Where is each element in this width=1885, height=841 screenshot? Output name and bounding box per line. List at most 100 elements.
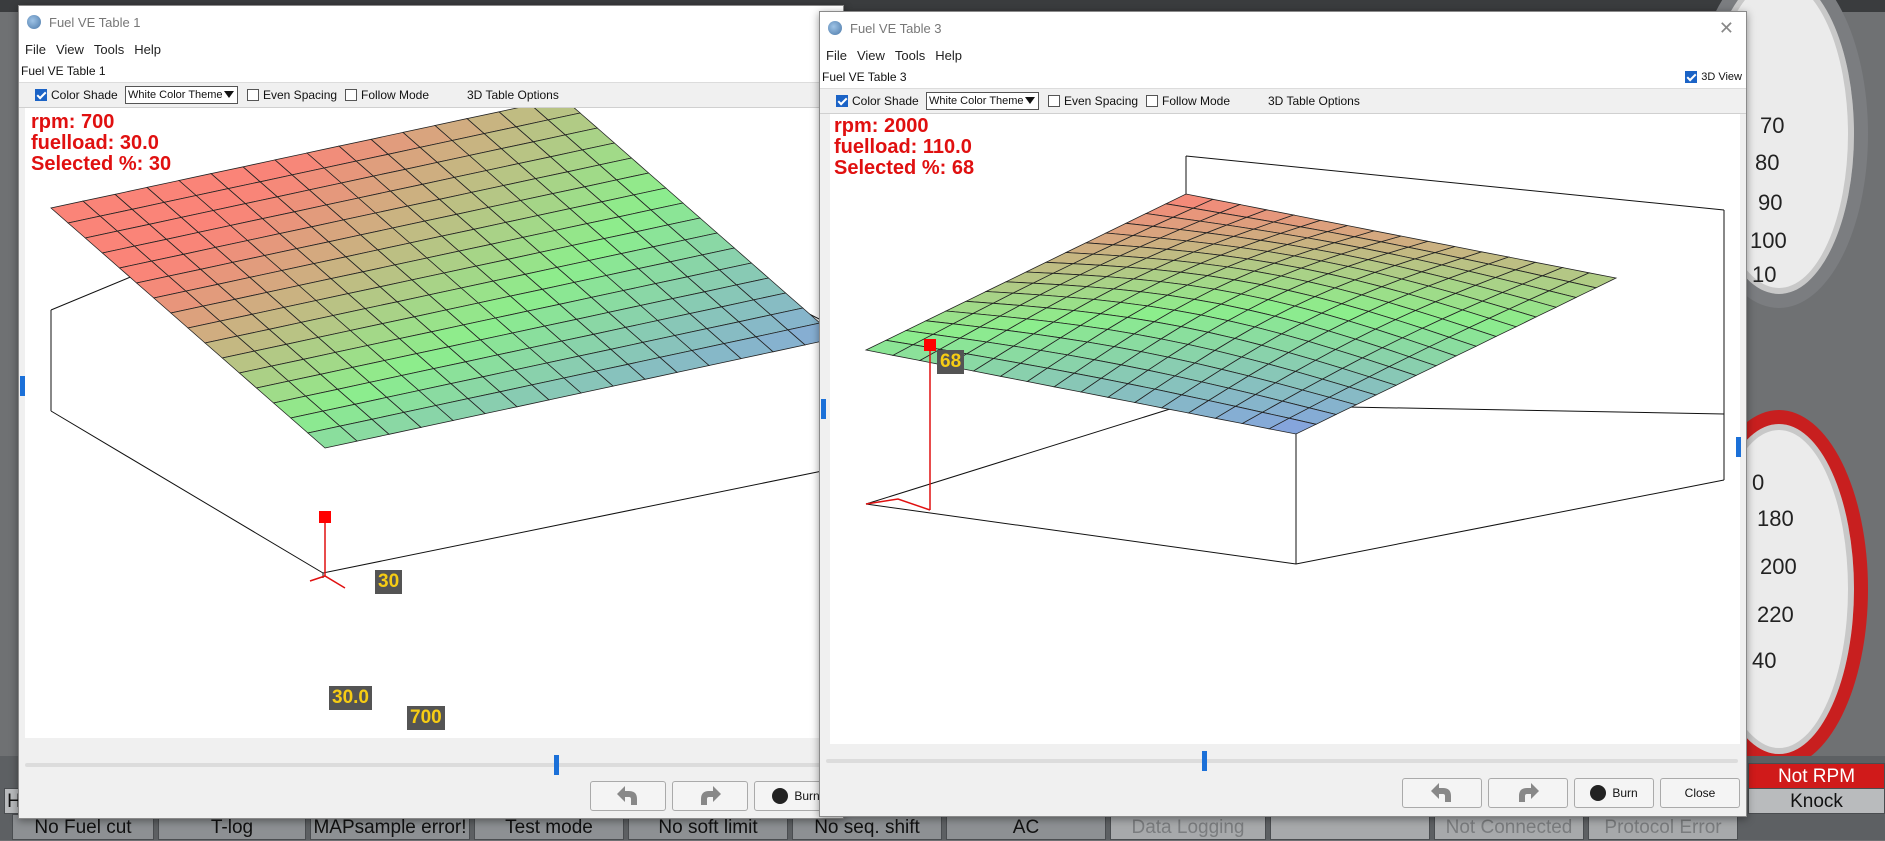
color-shade-label: Color Shade: [51, 88, 118, 102]
chevron-down-icon: [1024, 97, 1035, 104]
gauge-top-label-5: 10: [1752, 262, 1777, 287]
horizontal-rotate-slider[interactable]: [25, 763, 837, 767]
follow-mode-option[interactable]: Follow Mode: [1146, 94, 1230, 108]
menu-tools[interactable]: Tools: [94, 42, 124, 57]
even-spacing-label: Even Spacing: [1064, 94, 1139, 108]
even-spacing-checkbox[interactable]: [247, 89, 259, 101]
menu-view[interactable]: View: [56, 42, 84, 57]
menu-tools[interactable]: Tools: [895, 48, 925, 63]
follow-mode-checkbox[interactable]: [345, 89, 357, 101]
color-shade-option[interactable]: Color Shade: [836, 94, 919, 108]
view-3d-label: 3D View: [1701, 71, 1742, 83]
table-subtitle: Fuel VE Table 1: [19, 60, 843, 83]
even-spacing-checkbox[interactable]: [1048, 95, 1060, 107]
horizontal-rotate-thumb[interactable]: [554, 755, 559, 775]
app-icon: [27, 15, 41, 29]
selected-point: [319, 511, 331, 523]
title-bar[interactable]: Fuel VE Table 1: [19, 6, 843, 38]
even-spacing-option[interactable]: Even Spacing: [1048, 94, 1138, 108]
burn-icon: [772, 788, 789, 804]
box-floor-front: [865, 479, 1725, 565]
theme-select[interactable]: White Color Theme: [125, 86, 238, 104]
surface-3d-plot[interactable]: [25, 108, 837, 738]
table-subtitle-text: Fuel VE Table 3: [822, 70, 907, 84]
color-shade-option[interactable]: Color Shade: [35, 88, 118, 102]
gauge-bottom-label-1: 0: [1752, 470, 1765, 495]
theme-select-value: White Color Theme: [929, 95, 1024, 107]
floor-marker: [309, 575, 346, 589]
gauge-bottom-label-2: 180: [1757, 506, 1794, 531]
burn-icon: [1590, 785, 1607, 801]
menu-bar: File View Tools Help: [19, 38, 843, 60]
status-rpm-sync: Not RPM synced: [1748, 763, 1885, 813]
close-button[interactable]: Close: [1660, 778, 1740, 808]
window-title: Fuel VE Table 1: [49, 14, 141, 30]
cursor-info: rpm: 2000 fuelload: 110.0 Selected %: 68: [834, 116, 974, 179]
burn-label: Burn: [794, 789, 820, 803]
rpm-readout: rpm: 700: [31, 111, 115, 133]
close-icon[interactable]: ✕: [1719, 18, 1734, 39]
gauge-top-label-3: 90: [1758, 190, 1783, 215]
selected-point: [924, 339, 936, 351]
redo-button[interactable]: [1488, 778, 1568, 808]
menu-file[interactable]: File: [25, 42, 46, 57]
color-shade-checkbox[interactable]: [836, 95, 848, 107]
redo-button[interactable]: [672, 781, 748, 811]
burn-button[interactable]: Burn: [1574, 778, 1654, 808]
table-3d-canvas[interactable]: rpm: 700 fuelload: 30.0 Selected %: 30 3…: [25, 108, 837, 738]
color-shade-label: Color Shade: [852, 94, 919, 108]
status-ac: AC: [946, 814, 1106, 840]
status-knock: Knock: [1748, 788, 1885, 814]
rpm-readout: rpm: 2000: [834, 115, 929, 137]
options-toolbar: Color Shade White Color Theme Even Spaci…: [820, 89, 1746, 114]
menu-view[interactable]: View: [857, 48, 885, 63]
window-title: Fuel VE Table 3: [850, 20, 942, 36]
selected-value-tag: 30: [375, 570, 403, 594]
horizontal-rotate-thumb[interactable]: [1202, 751, 1207, 771]
table-3d-canvas[interactable]: rpm: 2000 fuelload: 110.0 Selected %: 68…: [830, 114, 1740, 744]
vertical-rotate-handle[interactable]: [20, 376, 25, 396]
view-3d-checkbox[interactable]: [1685, 71, 1698, 84]
table-options-label[interactable]: 3D Table Options: [467, 88, 559, 102]
follow-mode-checkbox[interactable]: [1146, 95, 1158, 107]
gauge-bottom-label-4: 220: [1757, 602, 1794, 627]
gauge-bottom-label-5: 40: [1752, 648, 1777, 673]
status-protocol-error: Protocol Error: [1588, 814, 1738, 840]
color-shade-checkbox[interactable]: [35, 89, 47, 101]
vertical-rotate-handle[interactable]: [821, 399, 826, 419]
menu-help[interactable]: Help: [134, 42, 161, 57]
view-3d-option[interactable]: 3D View: [1685, 66, 1742, 88]
undo-button[interactable]: [590, 781, 666, 811]
load-axis-tag: 30.0: [329, 686, 372, 710]
chevron-down-icon: [223, 91, 234, 98]
status-empty: [1270, 814, 1430, 840]
options-toolbar: Color Shade White Color Theme Even Spaci…: [19, 83, 843, 108]
follow-mode-option[interactable]: Follow Mode: [345, 88, 429, 102]
table-options-label[interactable]: 3D Table Options: [1268, 94, 1360, 108]
surface-3d-plot[interactable]: [830, 114, 1740, 744]
menu-file[interactable]: File: [826, 48, 847, 63]
fuelload-readout: fuelload: 110.0: [834, 136, 972, 158]
box-back-top: [1185, 155, 1725, 211]
selected-value-tag: 68: [937, 350, 965, 374]
title-bar[interactable]: Fuel VE Table 3 ✕: [820, 12, 1746, 44]
even-spacing-option[interactable]: Even Spacing: [247, 88, 337, 102]
vertical-rotate-handle-right[interactable]: [1736, 437, 1741, 457]
redo-icon: [1519, 783, 1539, 802]
fuelload-readout: fuelload: 30.0: [31, 132, 159, 154]
even-spacing-label: Even Spacing: [263, 88, 338, 102]
box-floor-edge: [50, 410, 837, 574]
horizontal-rotate-slider[interactable]: [826, 759, 1738, 763]
theme-select-value: White Color Theme: [128, 89, 223, 101]
app-icon: [828, 21, 842, 35]
follow-mode-label: Follow Mode: [361, 88, 430, 102]
burn-label: Burn: [1612, 786, 1638, 800]
fuel-ve-table-1-window: Fuel VE Table 1 File View Tools Help Fue…: [18, 5, 844, 819]
selected-readout: Selected %: 68: [834, 157, 975, 179]
redo-icon: [701, 786, 721, 805]
cursor-info: rpm: 700 fuelload: 30.0 Selected %: 30: [31, 112, 171, 175]
gauge-top-label-4: 100: [1750, 228, 1787, 253]
undo-button[interactable]: [1402, 778, 1482, 808]
theme-select[interactable]: White Color Theme: [926, 92, 1039, 110]
menu-help[interactable]: Help: [935, 48, 962, 63]
